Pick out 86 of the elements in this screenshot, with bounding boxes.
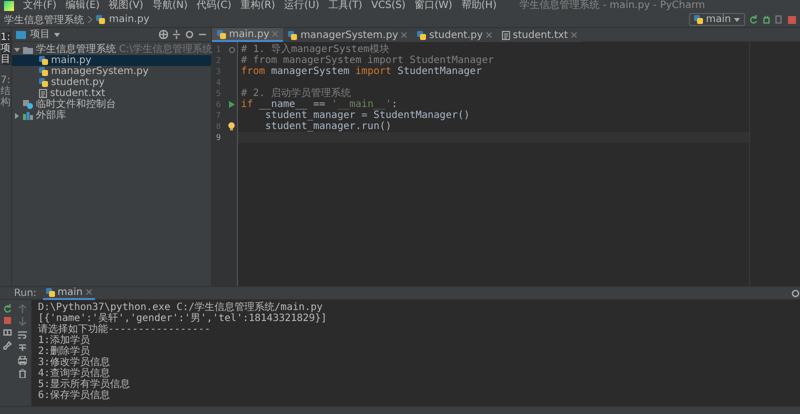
code-line: if __name__ == '__main__':	[240, 99, 399, 110]
python-file-icon	[288, 30, 298, 40]
code-line: # from managerSystem import StudentManager	[240, 55, 495, 66]
tree-item-label: 临时文件和控制台	[36, 99, 116, 110]
close-icon[interactable]	[486, 32, 492, 38]
tree-item-label: 外部库	[36, 110, 66, 121]
close-icon[interactable]	[570, 32, 577, 38]
panel-title[interactable]: 项目	[30, 29, 50, 40]
run-config-dropdown[interactable]: main	[689, 13, 745, 26]
expand-arrow-icon[interactable]	[14, 46, 20, 52]
stop-icon[interactable]	[788, 16, 796, 24]
lightbulb-icon[interactable]	[228, 122, 235, 131]
caret-icon	[734, 18, 740, 22]
folder-path: C:\学生信息管理系统	[119, 44, 213, 55]
rerun-icon[interactable]	[2, 304, 12, 313]
console-line: 1:添加学员	[38, 335, 92, 346]
code-line: student_manager.run()	[264, 121, 393, 132]
python-file-icon	[217, 30, 226, 38]
console-line: 2:删除学员	[38, 346, 92, 357]
code-line: student_manager = StudentManager()	[264, 110, 471, 121]
code-line: # 1. 导入managerSystem模块	[240, 44, 390, 55]
close-icon[interactable]	[401, 32, 408, 38]
console-line: D:\Python37\python.exe C:/学生信息管理系统/main.py	[38, 302, 324, 313]
console-line: [{'name':'吴轩','gender':'男','tel':18143321829}]	[38, 313, 328, 324]
expand-arrow-icon[interactable]	[14, 112, 20, 118]
tree-item-label: 学生信息管理系统	[36, 44, 116, 55]
tree-item-label: student.txt	[50, 88, 106, 99]
close-icon[interactable]	[86, 289, 92, 295]
menu-item[interactable]: VCS(S)	[371, 0, 406, 12]
run-label: Run:	[14, 288, 37, 298]
crosshair-icon[interactable]	[159, 30, 168, 39]
scratch-icon	[23, 100, 33, 109]
breadcrumb-item[interactable]: 学生信息管理系统	[4, 12, 84, 26]
tree-item[interactable]: main.py	[12, 55, 211, 66]
chevron-icon	[88, 16, 92, 23]
tree-item[interactable]: student.py	[12, 77, 211, 88]
menu-item[interactable]: 重构(R)	[240, 0, 276, 12]
tree-item[interactable]: managerSystem.py	[12, 66, 211, 77]
console-line: 3:修改学员信息	[38, 357, 112, 368]
menu-item[interactable]: 视图(V)	[108, 0, 144, 12]
text-file-icon	[502, 30, 510, 40]
python-file-icon	[96, 15, 105, 24]
console-line: 5:显示所有学员信息	[38, 379, 132, 390]
tree-item[interactable]: 临时文件和控制台	[12, 99, 211, 110]
tool-window-tab[interactable]: 7: 结构	[0, 75, 10, 108]
code-line: from managerSystem import StudentManager	[240, 66, 483, 77]
caret-icon[interactable]	[54, 32, 60, 36]
project-view-icon	[16, 30, 26, 38]
console-line: 4:查询学员信息	[38, 368, 112, 379]
python-file-icon	[694, 15, 703, 24]
code-line: # 2. 启动学员管理系统	[240, 88, 352, 99]
tree-item[interactable]: student.txt	[12, 88, 211, 99]
console-line: 6:保存学员信息	[38, 390, 112, 401]
python-file-icon	[46, 288, 55, 296]
print-icon[interactable]	[18, 356, 27, 365]
editor-tab[interactable]: student.txt	[496, 28, 582, 42]
menu-item[interactable]: 运行(U)	[284, 0, 320, 12]
menu-item[interactable]: 代码(C)	[196, 0, 232, 12]
line-number: 9	[216, 133, 221, 142]
menu-item[interactable]: 帮助(H)	[461, 0, 497, 12]
collapse-icon[interactable]	[172, 30, 181, 39]
tree-item[interactable]: 外部库	[12, 110, 211, 121]
tool-window-tab[interactable]: 1: 项目	[0, 32, 10, 65]
menu-item[interactable]: 工具(T)	[328, 0, 362, 12]
text-file-icon	[39, 89, 47, 98]
editor-tab[interactable]: student.py	[412, 28, 497, 42]
rerun-icon[interactable]	[749, 15, 758, 24]
library-icon	[23, 112, 33, 120]
tree-item[interactable]: 学生信息管理系统 C:\学生信息管理系统	[12, 44, 211, 55]
stop-icon[interactable]	[4, 317, 10, 324]
trash-icon[interactable]	[18, 369, 27, 378]
tree-item-label: managerSystem.py	[51, 66, 149, 77]
python-file-icon	[417, 30, 426, 40]
run-icon[interactable]	[229, 101, 235, 108]
run-tab[interactable]: main	[42, 286, 95, 300]
tree-item-label: student.py	[51, 77, 105, 88]
fold-icon[interactable]	[229, 46, 235, 52]
console-line: 请选择如下功能-----------------	[38, 324, 212, 335]
menu-item[interactable]: 编辑(E)	[66, 0, 100, 12]
breadcrumb-item[interactable]: main.py	[109, 14, 150, 25]
soft-wrap-icon[interactable]	[18, 330, 27, 339]
editor-tab[interactable]: main.py	[212, 28, 284, 42]
tree-item-label: main.py	[51, 55, 92, 66]
layout-icon[interactable]	[2, 328, 12, 337]
editor-tab[interactable]: managerSystem.py	[283, 28, 412, 42]
app-logo-icon	[4, 1, 14, 11]
